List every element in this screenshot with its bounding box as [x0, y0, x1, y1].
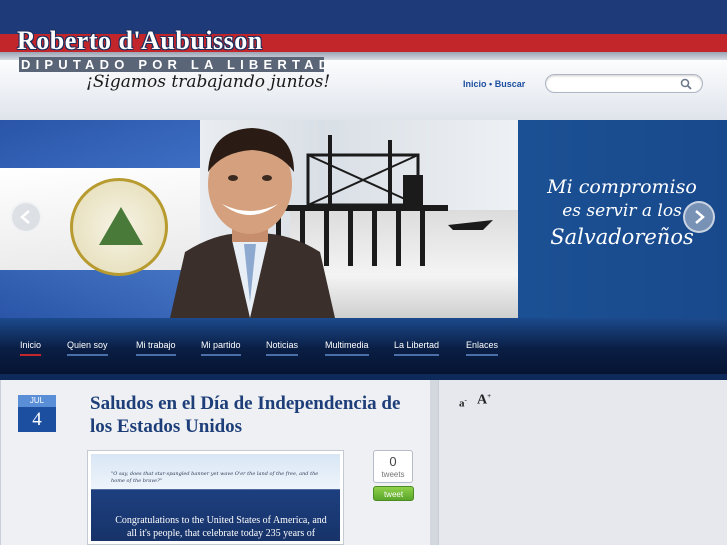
tweet-counter: 0 tweets [373, 450, 413, 483]
tweet-button[interactable]: tweet [373, 486, 414, 501]
link-separator: • [489, 79, 493, 89]
search-icon[interactable] [680, 77, 692, 90]
slider-prev-button[interactable] [10, 201, 42, 233]
post-image-quote: "O say, does that star-spangled banner y… [111, 471, 319, 484]
post-date-month: JUL [18, 395, 56, 407]
site-subtitle: DIPUTADO POR LA LIBERTAD [19, 57, 334, 72]
post-image[interactable]: "O say, does that star-spangled banner y… [87, 450, 344, 545]
search-link[interactable]: Buscar [495, 79, 526, 89]
slogan-line-3: Salvadoreños [550, 225, 694, 249]
nav-item-noticias[interactable]: Noticias [266, 340, 299, 356]
search-input[interactable] [554, 77, 679, 90]
nav-underline [394, 354, 440, 356]
nav-item-label: Mi trabajo [136, 340, 176, 350]
nav-item-label: Quien soy [67, 340, 108, 350]
post-title-link[interactable]: Saludos en el Día de Independencia de lo… [90, 392, 410, 438]
increase-font-sign: + [487, 392, 492, 400]
nav-underline [266, 354, 299, 356]
nav-item-label: Mi partido [201, 340, 241, 350]
nav-item-label: La Libertad [394, 340, 440, 350]
chevron-right-icon [695, 210, 705, 224]
nav-item-multimedia[interactable]: Multimedia [325, 340, 369, 356]
nav-item-quien-soy[interactable]: Quien soy [67, 340, 108, 356]
main-column: JUL 4 Saludos en el Día de Independencia… [0, 380, 430, 545]
portrait-photo [170, 128, 335, 318]
post-date-badge: JUL 4 [18, 395, 56, 432]
nav-item-inicio[interactable]: Inicio [20, 340, 42, 356]
nav-item-enlaces[interactable]: Enlaces [466, 340, 499, 356]
post-image-inner: "O say, does that star-spangled banner y… [91, 454, 340, 541]
tweet-label: tweets [381, 470, 405, 479]
nav-underline [136, 354, 176, 356]
search-box[interactable] [545, 74, 703, 93]
nav-item-label: Inicio [20, 340, 42, 350]
nav-underline [201, 354, 241, 356]
home-link[interactable]: Inicio [463, 79, 487, 89]
chevron-left-icon [20, 210, 30, 224]
nav-item-label: Enlaces [466, 340, 499, 350]
site-header: Roberto d'Aubuisson DIPUTADO POR LA LIBE… [0, 0, 727, 120]
nav-item-la-libertad[interactable]: La Libertad [394, 340, 440, 356]
decrease-font-button[interactable]: a- [459, 396, 467, 410]
banner-slider: Mi compromiso es servir a los Salvadoreñ… [0, 120, 727, 318]
increase-font-button[interactable]: A+ [477, 392, 491, 409]
nav-underline [325, 354, 369, 356]
nav-underline [67, 354, 108, 356]
nav-item-label: Noticias [266, 340, 299, 350]
flag-seal [70, 178, 168, 276]
nav-underline [466, 354, 499, 356]
decrease-font-sign: - [464, 396, 467, 404]
nav-item-mi-partido[interactable]: Mi partido [201, 340, 241, 356]
post-date-day: 4 [32, 409, 42, 430]
post-image-text: Congratulations to the United States of … [115, 515, 327, 539]
seal-triangle [99, 207, 143, 245]
increase-font-letter: A [477, 392, 488, 408]
main-nav: Inicio Quien soy Mi trabajo Mi partido N… [0, 318, 727, 374]
banner-photo [0, 120, 518, 318]
tweet-count: 0 [389, 454, 397, 469]
tagline: ¡Sigamos trabajando juntos! [86, 72, 331, 92]
nav-item-mi-trabajo[interactable]: Mi trabajo [136, 340, 176, 356]
top-links: Inicio • Buscar [463, 79, 525, 89]
nav-active-indicator [20, 354, 42, 356]
slogan-line-1: Mi compromiso [547, 176, 697, 198]
site-title[interactable]: Roberto d'Aubuisson [17, 26, 263, 56]
content-area: JUL 4 Saludos en el Día de Independencia… [0, 380, 727, 545]
nav-item-label: Multimedia [325, 340, 369, 350]
slider-next-button[interactable] [683, 201, 715, 233]
